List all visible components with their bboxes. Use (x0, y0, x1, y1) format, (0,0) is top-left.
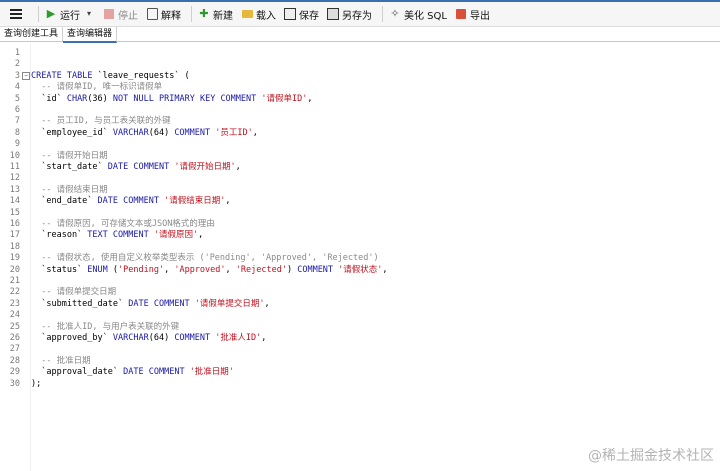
beautify-label: 美化 SQL (404, 10, 447, 22)
tab-query-builder[interactable]: 查询创建工具 (0, 27, 64, 41)
line-number: 6 (14, 105, 20, 115)
line-number: 1 (14, 48, 20, 58)
line-number: 30 (9, 378, 20, 389)
play-icon: ▶ (46, 7, 56, 20)
export-icon (455, 8, 467, 20)
line-number: 3 (14, 70, 20, 81)
load-label: 载入 (256, 10, 276, 22)
line-number: 14 (9, 196, 20, 207)
line-number: 16 (9, 219, 20, 229)
save-icon (284, 8, 296, 20)
explain-button[interactable]: 解释 (146, 7, 181, 22)
line-number: 23 (9, 298, 20, 309)
magic-wand-icon: ✧ (390, 7, 400, 20)
code-text: CREATE TABLE `leave_requests` ( (31, 70, 190, 81)
code-text: `start_date` DATE COMMENT '请假开始日期', (31, 162, 241, 172)
line-number: 13 (9, 184, 20, 195)
save-as-label: 另存为 (342, 10, 372, 22)
stop-button[interactable]: 停止 (103, 7, 138, 22)
save-as-icon (327, 8, 339, 20)
code-text: -- 请假开始日期 (41, 150, 108, 161)
code-text: `end_date` DATE COMMENT '请假结束日期', (31, 196, 231, 207)
line-number: 21 (9, 276, 20, 286)
folder-icon (241, 8, 253, 20)
code-text: -- 批准日期 (41, 355, 91, 366)
stop-label: 停止 (118, 10, 138, 22)
code-text: `reason` TEXT COMMENT '请假原因', (31, 230, 204, 241)
export-button[interactable]: 导出 (455, 7, 490, 22)
line-number: 18 (9, 241, 20, 252)
line-number: 25 (9, 321, 20, 332)
line-number: 15 (9, 207, 20, 218)
toolbar-separator (191, 6, 192, 22)
code-text: ); (31, 378, 42, 389)
stop-icon (103, 8, 115, 20)
line-number: 12 (9, 173, 20, 184)
save-as-button[interactable]: 另存为 (327, 7, 372, 22)
new-query-icon: ✚ (199, 7, 209, 20)
save-label: 保存 (299, 10, 319, 22)
line-number: 2 (14, 59, 20, 70)
menu-button[interactable] (4, 4, 28, 24)
toolbar-separator (38, 6, 39, 22)
line-number: 7 (14, 116, 20, 127)
line-number: 10 (9, 150, 20, 161)
line-number: 9 (14, 139, 20, 150)
code-text: `approved_by` VARCHAR(64) COMMENT '批准人ID… (31, 333, 267, 343)
line-number: 28 (9, 355, 20, 366)
new-label: 新建 (213, 10, 233, 22)
code-text: `status` ENUM ('Pending', 'Approved', 'R… (31, 264, 388, 275)
line-number: 11 (9, 162, 20, 172)
new-button[interactable]: ✚ 新建 (198, 7, 233, 22)
explain-icon (146, 8, 158, 20)
run-button[interactable]: ▶ 运行 ▾ (45, 7, 95, 22)
line-number: 4 (14, 82, 20, 93)
line-number: 20 (9, 264, 20, 275)
line-number: 22 (9, 287, 20, 298)
line-number: 8 (14, 127, 20, 138)
toolbar: ▶ 运行 ▾ 停止 解释 ✚ 新建 载入 保存 另存为 ✧ 美化 SQL 导出 (0, 2, 720, 27)
code-text: -- 请假原因, 可存储文本或JSON格式的理由 (41, 219, 215, 229)
code-text: -- 请假结束日期 (41, 184, 108, 195)
line-number: 24 (9, 310, 20, 321)
code-text: `employee_id` VARCHAR(64) COMMENT '员工ID'… (31, 127, 258, 138)
fold-toggle-icon[interactable]: − (22, 71, 30, 80)
code-text: -- 请假单ID, 唯一标识请假单 (41, 82, 163, 93)
code-text: `approval_date` DATE COMMENT '批准日期' (31, 367, 234, 378)
load-button[interactable]: 载入 (241, 7, 276, 22)
dropdown-arrow-icon[interactable]: ▾ (83, 8, 95, 20)
line-number: 26 (9, 333, 20, 343)
code-text: -- 请假单提交日期 (41, 287, 117, 298)
code-text: -- 请假状态, 使用自定义枚举类型表示 ('Pending', 'Approv… (41, 253, 379, 264)
line-number: 29 (9, 367, 20, 378)
run-label: 运行 (60, 10, 80, 22)
explain-label: 解释 (161, 10, 181, 22)
line-number: 27 (9, 344, 20, 355)
beautify-sql-button[interactable]: ✧ 美化 SQL (389, 7, 447, 22)
export-label: 导出 (469, 10, 490, 22)
line-number: 17 (9, 230, 20, 241)
toolbar-separator (382, 6, 383, 22)
line-number: 19 (9, 253, 20, 264)
watermark: @稀土掘金技术社区 (588, 448, 714, 464)
code-text: -- 批准人ID, 与用户表关联的外键 (41, 321, 180, 332)
editor-tabs: 查询创建工具 查询编辑器 (0, 27, 720, 43)
hamburger-icon (10, 13, 22, 15)
code-text: -- 员工ID, 与员工表关联的外键 (41, 116, 171, 127)
code-text: `submitted_date` DATE COMMENT '请假单提交日期', (31, 298, 270, 309)
save-button[interactable]: 保存 (284, 7, 319, 22)
line-number: 5 (14, 93, 20, 104)
tab-query-editor[interactable]: 查询编辑器 (63, 27, 118, 43)
code-text: `id` CHAR(36) NOT NULL PRIMARY KEY COMME… (31, 93, 313, 104)
sql-editor[interactable]: 1 2 3− CREATE TABLE `leave_requests` (4 -- … (0, 43, 720, 471)
